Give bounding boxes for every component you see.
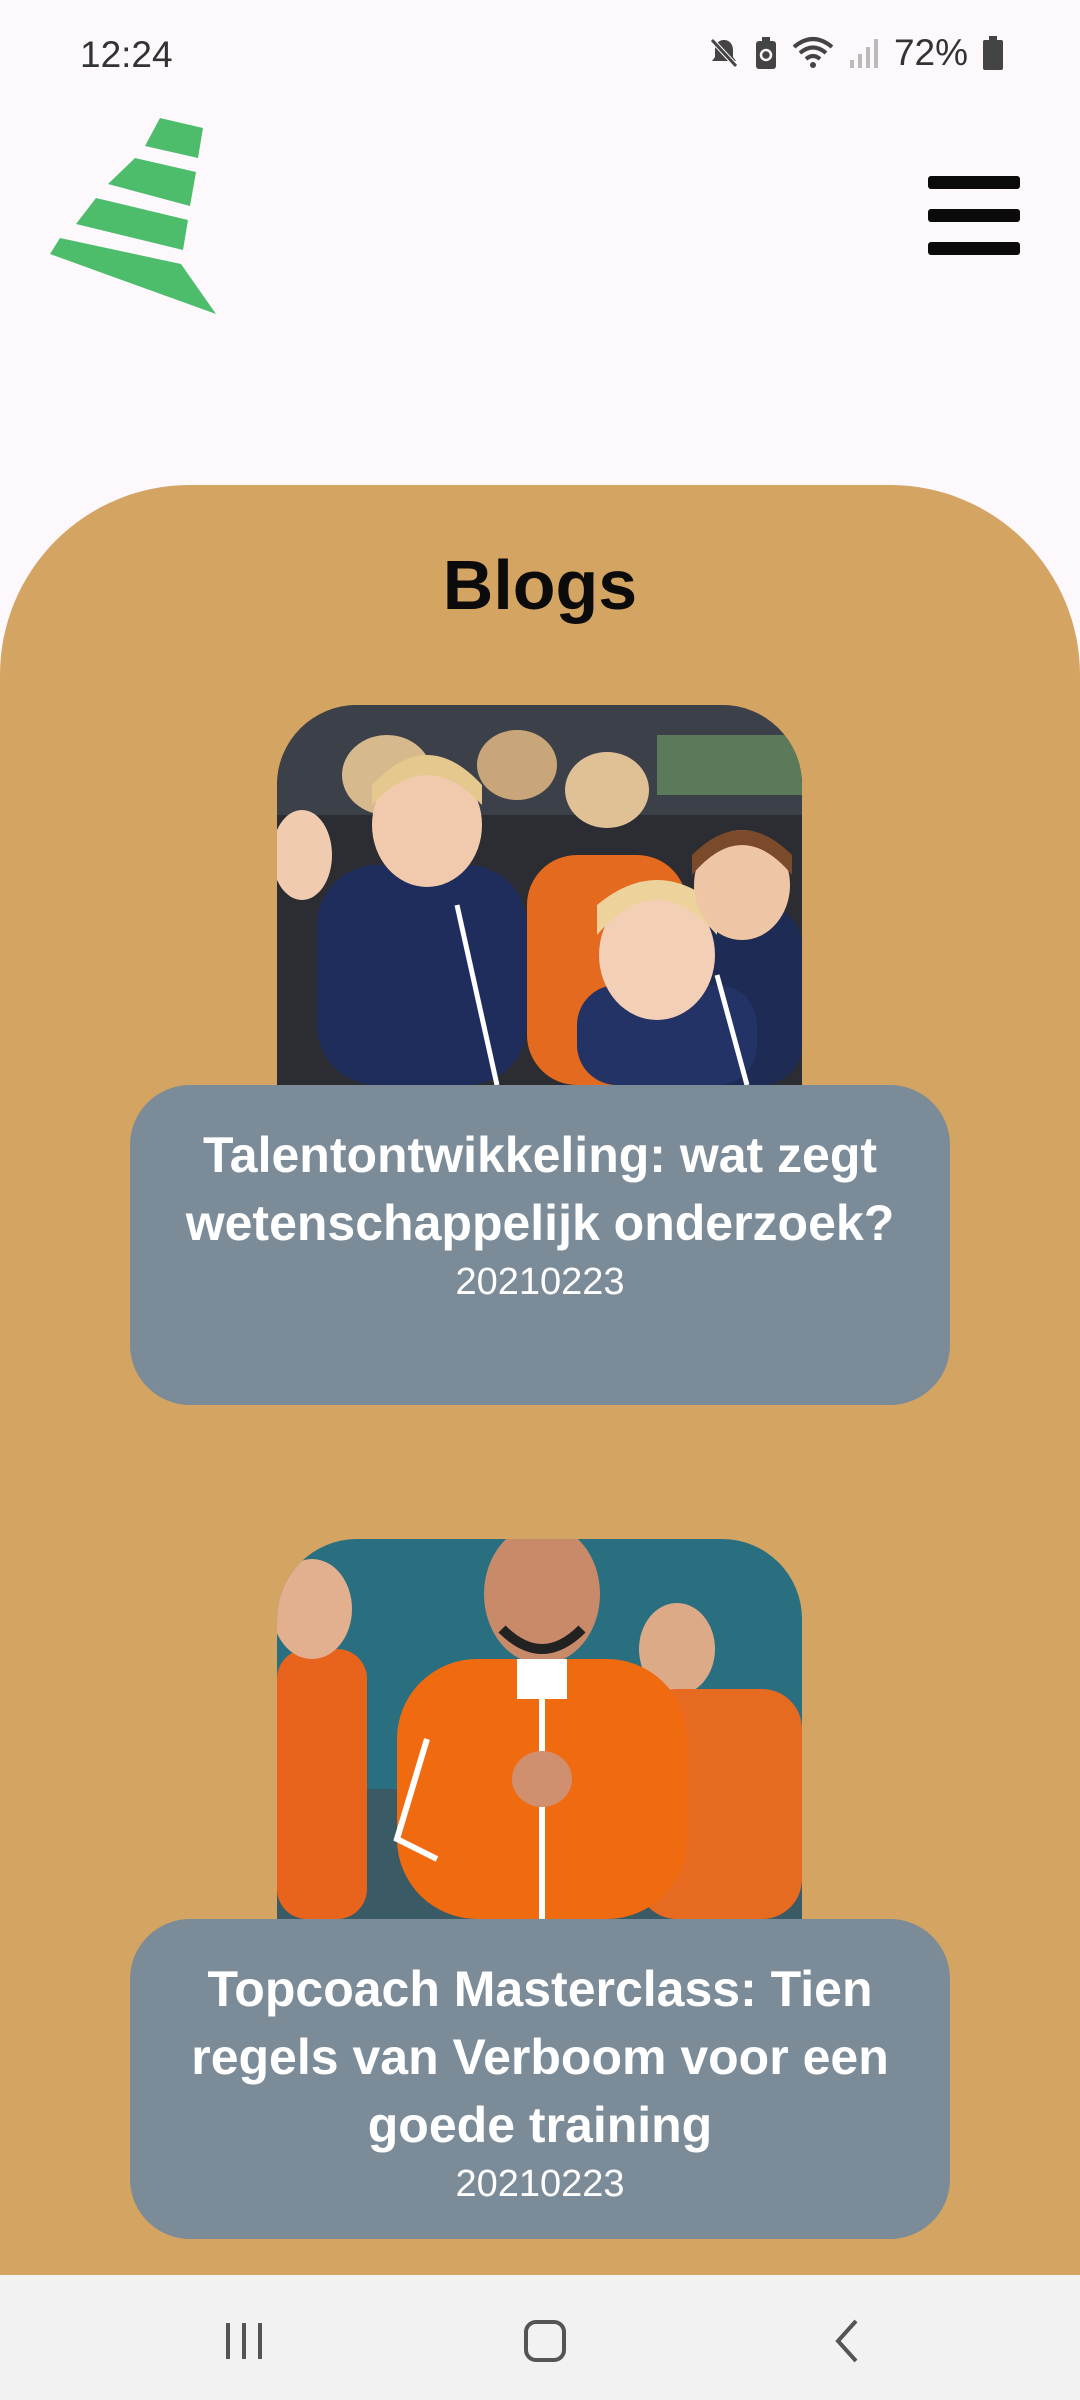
blog-date: 20210223 (455, 1261, 625, 1303)
battery-percent: 72% (893, 32, 968, 73)
system-nav-bar (0, 2275, 1080, 2400)
blog-title[interactable]: Topcoach Masterclass: Tien regels van Ve… (170, 1955, 910, 2159)
status-icons: 72% (708, 32, 1004, 74)
battery-saver-icon (755, 37, 776, 69)
mute-icon (710, 38, 738, 68)
blog-date: 20210223 (455, 2163, 625, 2205)
home-icon[interactable] (515, 2313, 575, 2369)
battery-icon (983, 36, 1003, 70)
hamburger-menu-icon[interactable] (928, 172, 1024, 260)
wifi-icon (792, 37, 834, 68)
blog-image[interactable] (277, 1539, 802, 1919)
signal-icon (849, 39, 878, 68)
page-title: Blogs (442, 546, 638, 624)
blog-image[interactable] (277, 705, 802, 1085)
status-bar: 12:24 72% (0, 0, 1080, 108)
blogs-section: Blogs Talentontwikkeling: wat zegt weten… (0, 485, 1080, 2275)
status-time: 12:24 (80, 34, 173, 75)
blog-card-panel[interactable]: Talentontwikkeling: wat zegt wetenschapp… (130, 1085, 950, 1405)
blog-title[interactable]: Talentontwikkeling: wat zegt wetenschapp… (170, 1121, 910, 1257)
recent-apps-icon[interactable] (214, 2313, 274, 2369)
back-icon[interactable] (818, 2313, 878, 2369)
cone-logo-icon[interactable] (50, 118, 220, 314)
blog-card-panel[interactable]: Topcoach Masterclass: Tien regels van Ve… (130, 1919, 950, 2239)
